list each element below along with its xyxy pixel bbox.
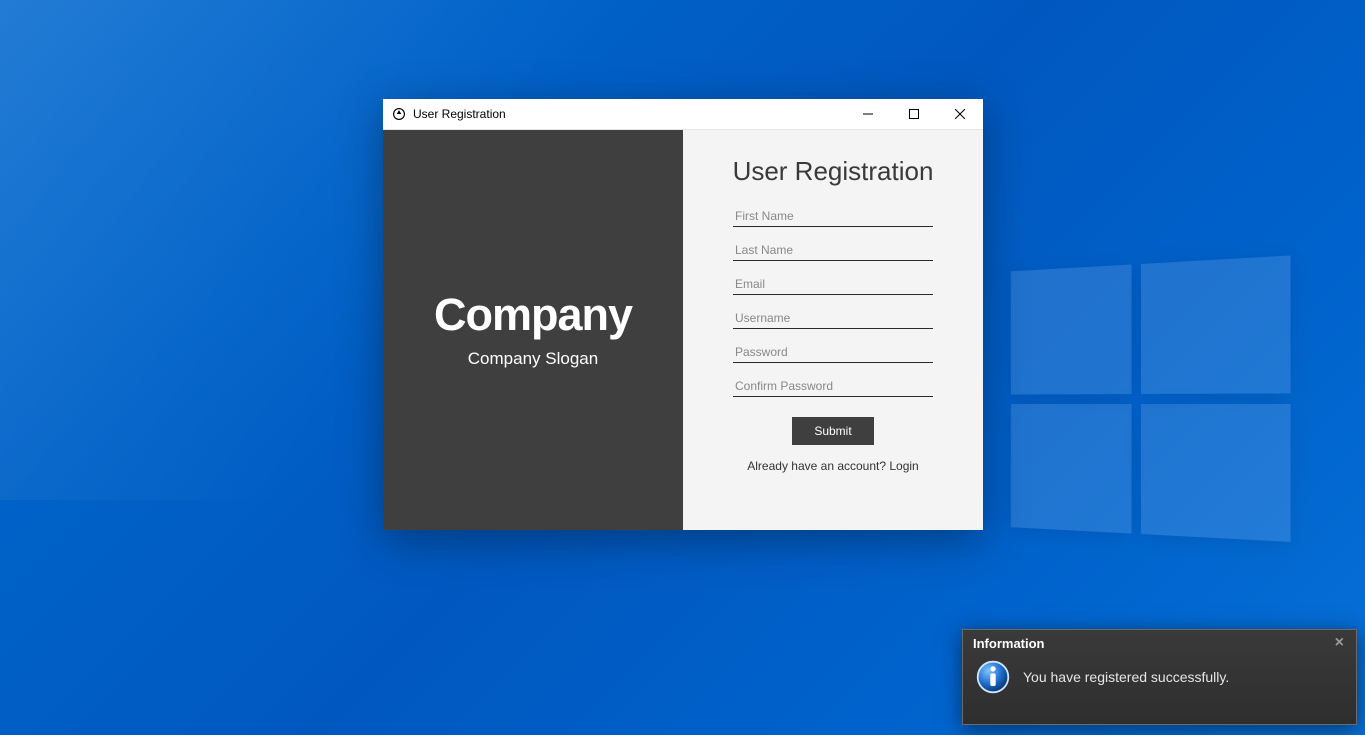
submit-button[interactable]: Submit — [792, 417, 873, 445]
info-icon — [975, 659, 1011, 695]
brand-panel: Company Company Slogan — [383, 130, 683, 530]
form-panel: User Registration Submit Already have an… — [683, 130, 983, 530]
last-name-field[interactable] — [733, 239, 933, 261]
company-name: Company — [434, 292, 632, 337]
login-link[interactable]: Already have an account? Login — [747, 459, 918, 473]
minimize-button[interactable] — [845, 99, 891, 130]
confirm-password-field[interactable] — [733, 375, 933, 397]
first-name-field[interactable] — [733, 205, 933, 227]
app-icon — [391, 106, 407, 122]
form-title: User Registration — [733, 156, 934, 187]
windows-logo — [1011, 256, 1284, 552]
toast-close-button[interactable]: × — [1333, 635, 1346, 651]
maximize-button[interactable] — [891, 99, 937, 130]
close-button[interactable] — [937, 99, 983, 130]
titlebar: User Registration — [383, 99, 983, 130]
username-field[interactable] — [733, 307, 933, 329]
window-title: User Registration — [413, 107, 506, 121]
toast-message: You have registered successfully. — [1023, 669, 1229, 685]
company-slogan: Company Slogan — [468, 349, 598, 369]
registration-window: User Registration Company Company Slogan… — [383, 99, 983, 530]
toast-title: Information — [973, 636, 1045, 651]
notification-toast: Information × You have registered succes… — [962, 629, 1357, 725]
email-field[interactable] — [733, 273, 933, 295]
password-field[interactable] — [733, 341, 933, 363]
